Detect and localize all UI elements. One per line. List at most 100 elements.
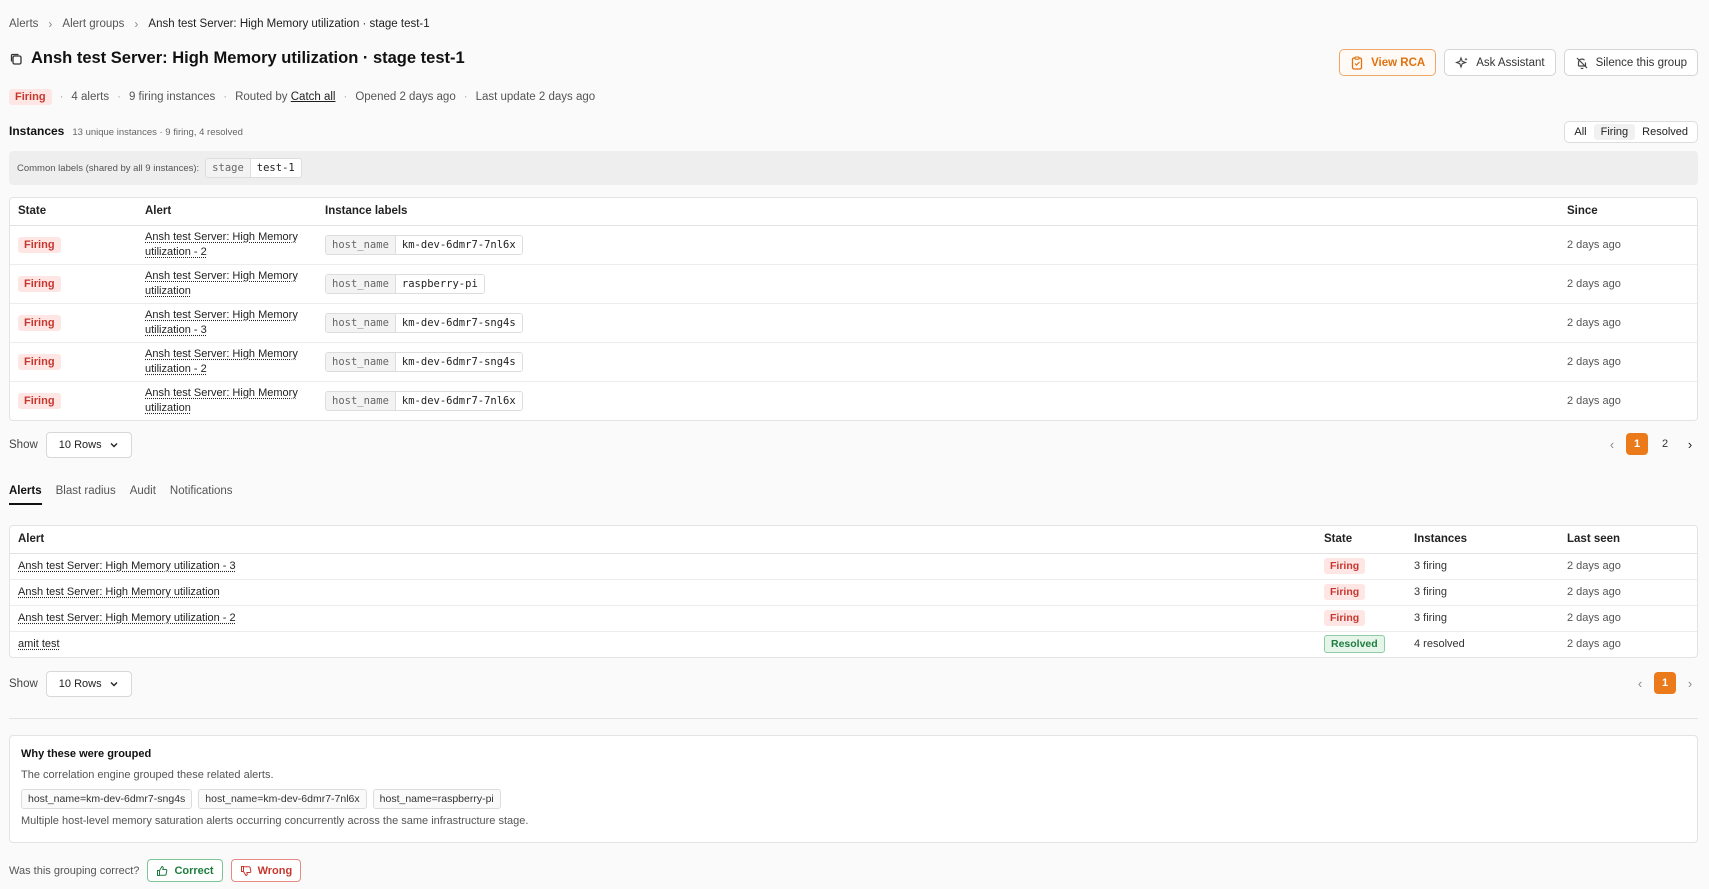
last-update-time: Last update 2 days ago — [475, 91, 596, 103]
table-row[interactable]: Firing Ansh test Server: High Memory util… — [10, 264, 1697, 304]
breadcrumb-alert-groups[interactable]: Alert groups — [62, 18, 124, 30]
silence-group-button[interactable]: Silence this group — [1563, 49, 1698, 76]
last-seen-cell: 2 days ago — [1559, 553, 1697, 580]
alert-link[interactable]: Ansh test Server: High Memory utilizatio… — [18, 559, 236, 574]
page-button[interactable]: 1 — [1626, 433, 1648, 455]
label-value: km-dev-6dmr7-sng4s — [395, 313, 522, 332]
rows-per-page-value: 10 Rows — [58, 678, 102, 690]
chevron-right-icon: › — [134, 17, 139, 31]
chevron-right-icon: › — [48, 17, 53, 31]
correct-label: Correct — [174, 864, 214, 877]
routed-by: Routed by Catch all — [235, 91, 335, 103]
ask-assistant-button[interactable]: Ask Assistant — [1444, 49, 1556, 76]
alert-link[interactable]: Ansh test Server: High Memory utilization… — [145, 230, 298, 260]
label-key: host_name — [326, 391, 396, 410]
show-label: Show — [9, 678, 38, 690]
status-badge: Firing — [9, 89, 52, 105]
alert-link[interactable]: Ansh test Server: High Memory utilizatio… — [18, 585, 220, 600]
status-badge: Firing — [1324, 584, 1366, 600]
status-badge: Firing — [1324, 558, 1366, 574]
rows-per-page-value: 10 Rows — [58, 439, 102, 451]
alert-name-line: utilization — [145, 284, 191, 297]
alert-link[interactable]: Ansh test Server: High Memory utilizatio… — [18, 611, 236, 626]
filter-all[interactable]: All — [1567, 124, 1593, 140]
status-badge: Firing — [1324, 610, 1366, 626]
prev-page-button[interactable]: ‹ — [1632, 676, 1648, 691]
column-header: Last seen — [1559, 526, 1697, 554]
common-labels-text: Common labels (shared by all 9 instances… — [17, 162, 200, 174]
ask-assistant-label: Ask Assistant — [1476, 56, 1545, 69]
instances-cell: 3 firing — [1406, 579, 1559, 606]
thumbs-up-icon — [157, 865, 168, 876]
table-row[interactable]: Firing Ansh test Server: High Memory util… — [10, 303, 1697, 343]
label-value: test-1 — [250, 159, 301, 177]
tab-notifications[interactable]: Notifications — [170, 485, 233, 505]
instances-cell: 3 firing — [1406, 553, 1559, 580]
since-cell: 2 days ago — [1559, 303, 1697, 343]
last-seen-cell: 2 days ago — [1559, 579, 1697, 606]
label-key: host_name — [326, 352, 396, 371]
table-row[interactable]: Ansh test Server: High Memory utilizatio… — [10, 579, 1697, 606]
prev-page-button[interactable]: ‹ — [1604, 437, 1620, 452]
group-meta: Firing · 4 alerts · 9 firing instances ·… — [9, 89, 595, 105]
alert-link[interactable]: amit test — [18, 637, 60, 652]
alerts-table: Alert State Instances Last seen Ansh tes… — [9, 525, 1698, 658]
routing-rule-link[interactable]: Catch all — [291, 91, 336, 103]
table-row[interactable]: Firing Ansh test Server: High Memory util… — [10, 381, 1697, 420]
instances-header: Instances 13 unique instances · 9 firing… — [9, 124, 243, 138]
correlation-chip: host_name=km-dev-6dmr7-7nl6x — [198, 789, 367, 809]
table-row[interactable]: Ansh test Server: High Memory utilizatio… — [10, 553, 1697, 580]
column-header: State — [10, 198, 137, 226]
instances-cell: 3 firing — [1406, 605, 1559, 632]
alerts-pagination: ‹ 1 › — [1632, 672, 1698, 694]
label-value: km-dev-6dmr7-sng4s — [395, 352, 522, 371]
tab-alerts[interactable]: Alerts — [9, 485, 42, 505]
rows-per-page-select[interactable]: 10 Rows — [45, 432, 132, 458]
column-header: Alert — [10, 526, 1316, 554]
page-button[interactable]: 1 — [1654, 672, 1676, 694]
tab-blast-radius[interactable]: Blast radius — [56, 485, 116, 505]
alert-link[interactable]: Ansh test Server: High Memory utilization… — [145, 308, 298, 338]
since-cell: 2 days ago — [1559, 342, 1697, 382]
show-label: Show — [9, 439, 38, 451]
instances-summary: 13 unique instances · 9 firing, 4 resolv… — [72, 127, 243, 138]
wrong-button[interactable]: Wrong — [230, 859, 302, 882]
alerts-count: 4 alerts — [71, 91, 110, 103]
table-row[interactable]: Ansh test Server: High Memory utilizatio… — [10, 605, 1697, 632]
chevron-down-icon — [110, 443, 118, 448]
page-button[interactable]: 2 — [1654, 433, 1676, 455]
breadcrumb: Alerts › Alert groups › Ansh test Server… — [9, 17, 430, 31]
since-cell: 2 days ago — [1567, 394, 1621, 407]
table-row[interactable]: Firing Ansh test Server: High Memory util… — [10, 225, 1697, 265]
filter-firing[interactable]: Firing — [1593, 124, 1636, 140]
chevron-down-icon — [110, 682, 118, 687]
label-chip: host_name km-dev-6dmr7-sng4s — [325, 351, 523, 372]
instances-cell: 4 resolved — [1414, 638, 1465, 651]
filter-resolved[interactable]: Resolved — [1635, 124, 1695, 140]
label-key: host_name — [326, 313, 396, 332]
alert-name-line: utilization - 2 — [145, 362, 207, 375]
label-key: host_name — [326, 274, 396, 293]
alert-name-line: Ansh test Server: High Memory — [145, 230, 298, 243]
next-page-button[interactable]: › — [1682, 437, 1698, 452]
thumbs-down-icon — [240, 865, 251, 876]
next-page-button[interactable]: › — [1682, 676, 1698, 691]
view-rca-button[interactable]: View RCA — [1339, 49, 1437, 76]
table-row[interactable]: amit test Resolved 4 resolved 2 days ago — [10, 631, 1697, 657]
sparkle-icon — [1455, 55, 1468, 69]
breadcrumb-alerts[interactable]: Alerts — [9, 18, 38, 30]
instances-table: State Alert Instance labels Since Firing… — [9, 197, 1698, 421]
table-row[interactable]: Firing Ansh test Server: High Memory util… — [10, 342, 1697, 382]
label-value: km-dev-6dmr7-7nl6x — [395, 391, 522, 410]
tab-audit[interactable]: Audit — [130, 485, 156, 505]
rows-per-page-select[interactable]: 10 Rows — [45, 671, 132, 697]
alert-link[interactable]: Ansh test Server: High Memory utilization — [145, 269, 298, 299]
last-seen-cell: 2 days ago — [1567, 638, 1621, 651]
status-badge: Firing — [18, 314, 61, 331]
alert-link[interactable]: Ansh test Server: High Memory utilization… — [145, 347, 298, 377]
separator-dot: · — [59, 91, 64, 103]
label-chip: host_name km-dev-6dmr7-7nl6x — [325, 390, 523, 411]
correct-button[interactable]: Correct — [147, 859, 223, 882]
alert-link[interactable]: Ansh test Server: High Memory utilization — [145, 386, 298, 416]
breadcrumb-current: Ansh test Server: High Memory utilizatio… — [148, 18, 430, 30]
